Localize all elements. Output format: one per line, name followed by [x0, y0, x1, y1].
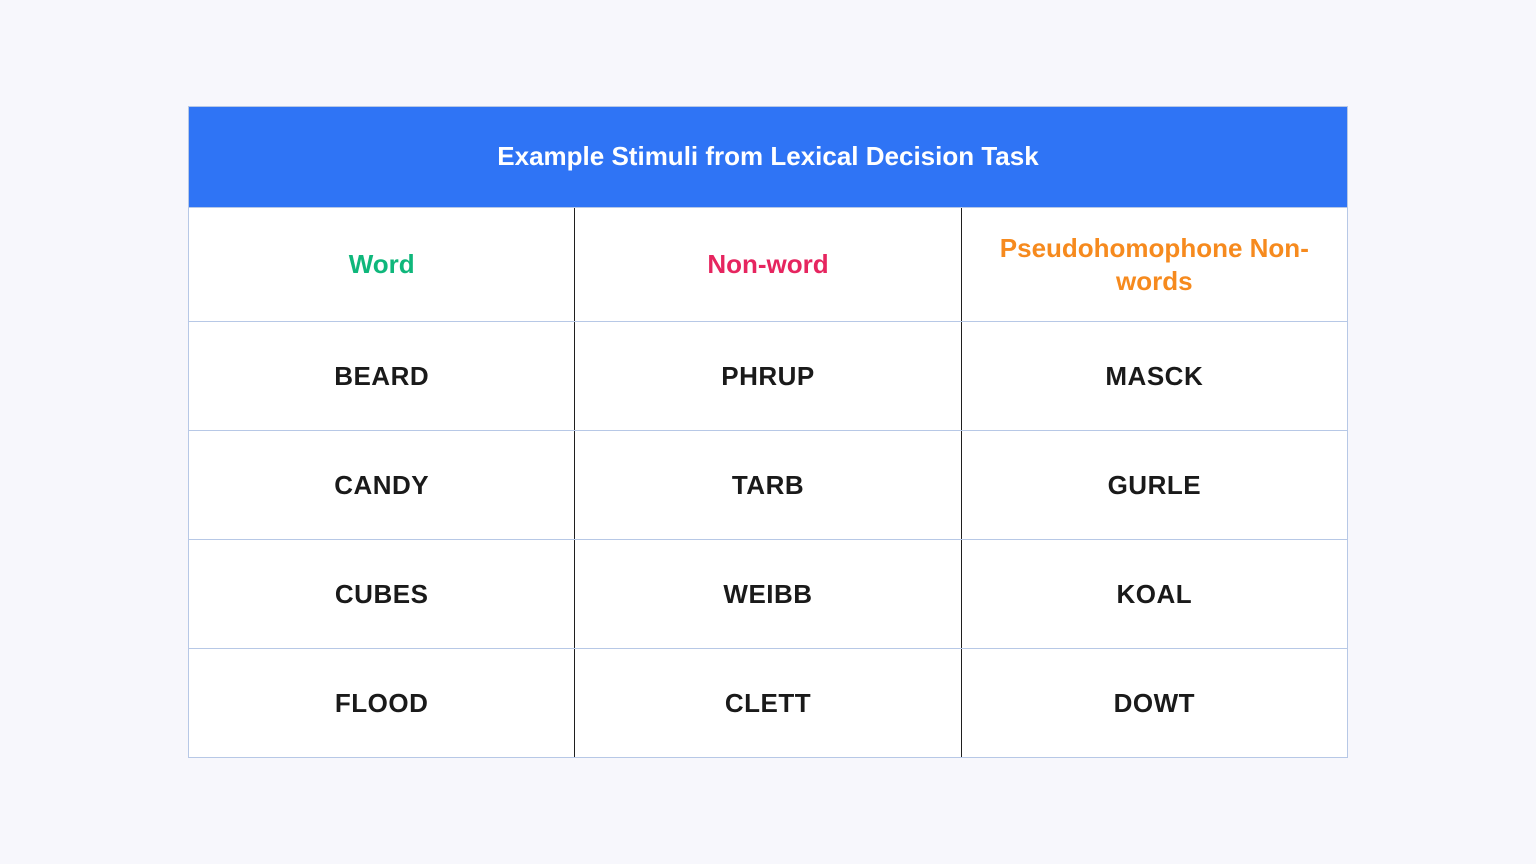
table-row: BEARD PHRUP MASCK — [189, 321, 1347, 430]
stimuli-table: Example Stimuli from Lexical Decision Ta… — [188, 106, 1348, 758]
cell-nonword: TARB — [575, 431, 961, 539]
cell-pseudo: KOAL — [962, 540, 1347, 648]
cell-word: BEARD — [189, 322, 575, 430]
cell-pseudo: DOWT — [962, 649, 1347, 757]
cell-pseudo: GURLE — [962, 431, 1347, 539]
table-title: Example Stimuli from Lexical Decision Ta… — [189, 107, 1347, 207]
column-header-pseudo: Pseudohomophone Non-words — [962, 208, 1347, 321]
table-header-row: Word Non-word Pseudohomophone Non-words — [189, 207, 1347, 321]
cell-pseudo: MASCK — [962, 322, 1347, 430]
table-row: CUBES WEIBB KOAL — [189, 539, 1347, 648]
cell-nonword: PHRUP — [575, 322, 961, 430]
cell-nonword: CLETT — [575, 649, 961, 757]
cell-word: CUBES — [189, 540, 575, 648]
column-header-word: Word — [189, 208, 575, 321]
column-header-nonword: Non-word — [575, 208, 961, 321]
cell-word: FLOOD — [189, 649, 575, 757]
cell-nonword: WEIBB — [575, 540, 961, 648]
cell-word: CANDY — [189, 431, 575, 539]
table-row: FLOOD CLETT DOWT — [189, 648, 1347, 757]
table-row: CANDY TARB GURLE — [189, 430, 1347, 539]
